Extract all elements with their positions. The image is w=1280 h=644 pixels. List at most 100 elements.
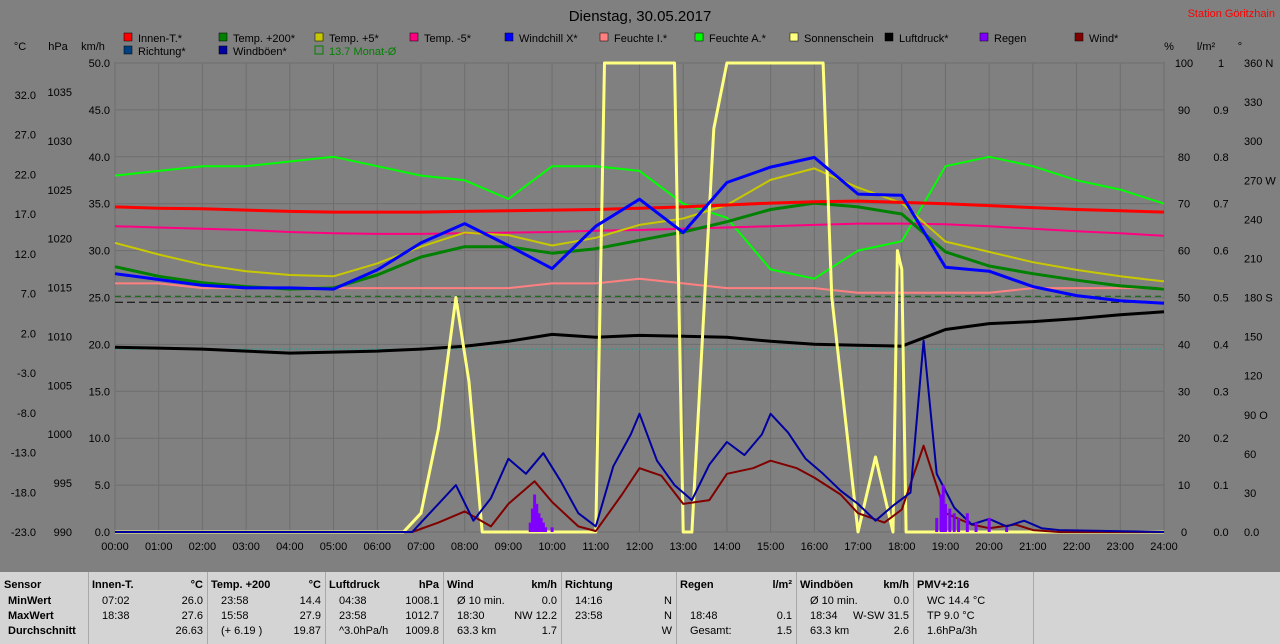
humidity-tick-label: 20 [1178, 433, 1190, 445]
pressure-tick-label: 1015 [48, 283, 72, 295]
stats-cell: 27.6 [181, 610, 203, 622]
stats-row: MinWert [4, 594, 84, 608]
stats-row: 15:58 27.9 [211, 609, 321, 623]
rain-tick-label: 0.2 [1213, 433, 1228, 445]
humidity-tick-label: 90 [1178, 105, 1190, 117]
pressure-tick-label: 1020 [48, 234, 72, 246]
stats-cell: 14.4 [299, 595, 321, 607]
x-tick-label: 09:00 [495, 541, 523, 553]
stats-header-row: Innen-T. °C [92, 578, 203, 592]
wind-tick-label: 5.0 [95, 480, 110, 492]
legend-swatch [218, 32, 228, 42]
rain-bar [987, 517, 991, 532]
stats-row: TP 9.0 °C [917, 609, 1029, 623]
wind-tick-label: 50.0 [89, 58, 110, 70]
legend-label: Windchill X* [519, 33, 578, 45]
humidity-tick-label: 0 [1181, 527, 1187, 539]
pressure-tick-label: 995 [54, 478, 72, 490]
rain-tick-label: 0.0 [1213, 527, 1228, 539]
stats-unit: km/h [883, 579, 909, 591]
humidity-tick-label: 50 [1178, 293, 1190, 305]
stats-header: Luftdruck [329, 579, 380, 591]
rain-tick-label: 0.1 [1213, 480, 1228, 492]
x-tick-label: 22:00 [1063, 541, 1091, 553]
stats-cell: 19.87 [293, 625, 321, 637]
stats-unit: km/h [531, 579, 557, 591]
legend-swatch [884, 32, 894, 42]
stats-row: 26.63 [92, 624, 203, 638]
x-tick-label: 05:00 [320, 541, 348, 553]
stats-header: PMV+2:16 [917, 579, 970, 591]
wind-tick-label: 35.0 [89, 199, 110, 211]
stats-row: W [565, 624, 672, 638]
stats-row: 18:30 NW 12.2 [447, 609, 557, 623]
direction-axis-label: ° [1238, 41, 1242, 53]
temp-tick-label: -8.0 [17, 408, 36, 420]
stats-row: 18:38 27.6 [92, 609, 203, 623]
stats-cell: (+ 6.19 ) [221, 625, 263, 637]
stats-row: 63.3 km 1.7 [447, 624, 557, 638]
x-tick-label: 08:00 [451, 541, 479, 553]
stats-cell: 04:38 [339, 595, 367, 607]
stats-cell: 0.0 [893, 595, 909, 607]
stats-unit: °C [308, 579, 321, 591]
x-tick-label: 15:00 [757, 541, 785, 553]
stats-cell: 18:48 [690, 610, 718, 622]
stats-cell: 1.6hPa/3h [927, 625, 978, 637]
stats-column: Innen-T. °C 07:02 26.0 18:38 27.6 26.63 [88, 572, 208, 644]
stats-cell: 1012.7 [405, 610, 439, 622]
stats-row: 23:58 1012.7 [329, 609, 439, 623]
stats-row: 07:02 26.0 [92, 594, 203, 608]
stats-cell: 15:58 [221, 610, 249, 622]
chart-title: Dienstag, 30.05.2017 [569, 8, 712, 25]
stats-table: Sensor MinWert MaxWert Durchschnitt Innen-T.… [0, 572, 1280, 644]
rain-bar [544, 527, 548, 532]
legend-swatch [1074, 32, 1084, 42]
stats-column: Windböen km/h Ø 10 min. 0.0 18:34 W-SW 31.5 63… [796, 572, 914, 644]
direction-tick-label: 270 W [1244, 175, 1276, 187]
stats-row: 63.3 km 2.6 [800, 624, 909, 638]
temp-tick-label: -23.0 [11, 527, 36, 539]
rain-bar [974, 522, 978, 532]
wind-tick-label: 40.0 [89, 152, 110, 164]
stats-cell: 23:58 [221, 595, 249, 607]
direction-tick-label: 300 [1244, 136, 1262, 148]
legend-swatch [123, 32, 133, 42]
pressure-tick-label: 1025 [48, 185, 72, 197]
wind-tick-label: 0.0 [95, 527, 110, 539]
stats-column: PMV+2:16 WC 14.4 °C TP 9.0 °C 1.6hPa/3h [913, 572, 1034, 644]
temp-tick-label: 22.0 [15, 169, 36, 181]
temp-tick-label: -13.0 [11, 448, 36, 460]
stats-cell: 07:02 [102, 595, 130, 607]
x-tick-label: 11:00 [582, 541, 609, 553]
wind-tick-label: 25.0 [89, 293, 110, 305]
stats-header-row: Luftdruck hPa [329, 578, 439, 592]
legend-label: Sonnenschein [804, 33, 874, 45]
stats-row: 18:34 W-SW 31.5 [800, 609, 909, 623]
direction-tick-label: 120 [1244, 371, 1262, 383]
x-tick-label: 12:00 [626, 541, 654, 553]
stats-cell: 0.1 [776, 610, 792, 622]
stats-header: Regen [680, 579, 714, 591]
stats-cell: 18:34 [810, 610, 838, 622]
x-tick-label: 18:00 [888, 541, 916, 553]
x-tick-label: 24:00 [1150, 541, 1178, 553]
stats-header-row: PMV+2:16 [917, 578, 1029, 592]
stats-cell: 27.9 [299, 610, 321, 622]
direction-tick-label: 180 S [1244, 293, 1273, 305]
stats-row: MaxWert [4, 609, 84, 623]
stats-cell: 23:58 [339, 610, 367, 622]
stats-cell: 2.6 [893, 625, 909, 637]
legend-label: Windböen* [233, 46, 288, 58]
stats-cell: W-SW 31.5 [852, 610, 909, 622]
stats-row: WC 14.4 °C [917, 594, 1029, 608]
direction-tick-label: 0.0 [1244, 527, 1259, 539]
stats-row: 18:48 0.1 [680, 609, 792, 623]
x-tick-label: 06:00 [363, 541, 391, 553]
humidity-tick-label: 30 [1178, 386, 1190, 398]
x-tick-label: 17:00 [844, 541, 872, 553]
stats-row: Gesamt: 1.5 [680, 624, 792, 638]
stats-column: Sensor MinWert MaxWert Durchschnitt [0, 572, 89, 644]
direction-tick-label: 90 O [1244, 410, 1268, 422]
wind-tick-label: 45.0 [89, 105, 110, 117]
